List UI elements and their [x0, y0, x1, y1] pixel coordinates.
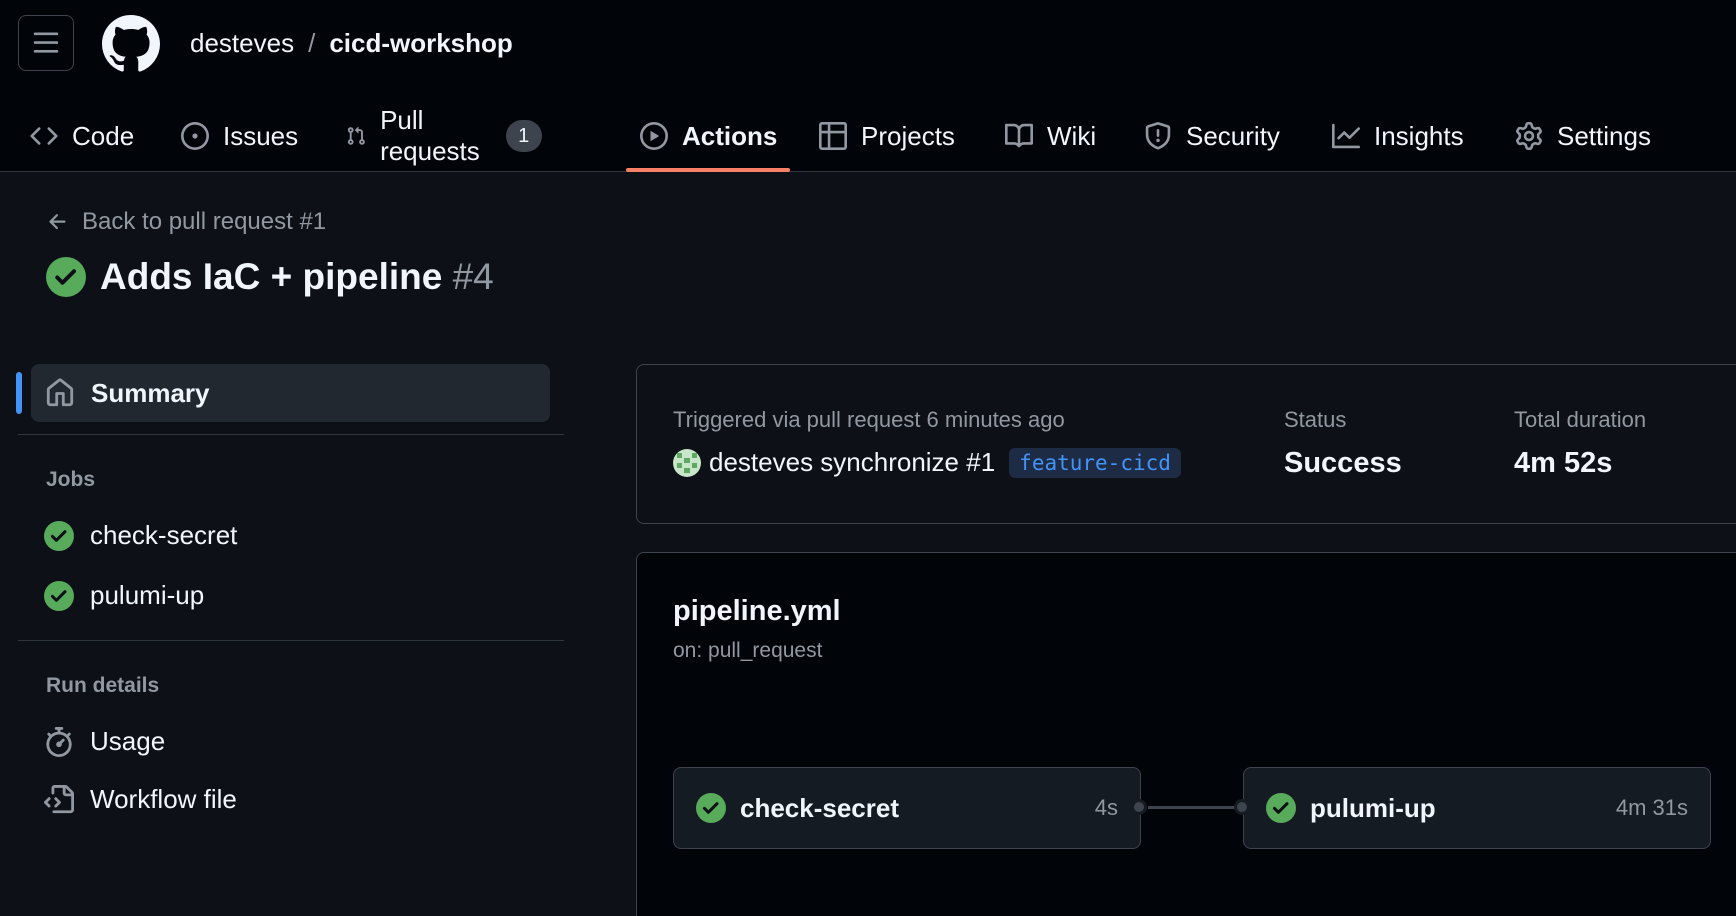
workflow-trigger: on: pull_request — [673, 639, 823, 662]
total-duration-label: Total duration — [1514, 407, 1647, 432]
global-header: desteves / cicd-workshop Code Issues Pul… — [0, 0, 1736, 172]
tab-insights[interactable]: Insights — [1332, 100, 1464, 172]
avatar[interactable] — [673, 448, 701, 477]
run-number: #4 — [452, 256, 494, 297]
sidebar-job-label: check-secret — [90, 520, 238, 550]
run-title: Adds IaC + pipeline #4 — [46, 256, 494, 298]
repo-name-link[interactable]: cicd-workshop — [329, 28, 512, 59]
active-tab-indicator — [626, 168, 790, 172]
breadcrumb-separator: / — [308, 28, 316, 58]
sidebar-workflow-file-label: Workflow file — [90, 784, 237, 814]
book-icon — [1005, 123, 1033, 148]
jobs-heading: Jobs — [46, 468, 96, 491]
trigger-text: Triggered via pull request 6 minutes ago — [673, 407, 1065, 432]
branch-label[interactable]: feature-cicd — [1009, 447, 1181, 478]
sidebar-divider — [18, 640, 564, 641]
run-details-heading: Run details — [46, 674, 160, 697]
tab-wiki-label: Wiki — [1047, 120, 1097, 151]
hamburger-icon — [33, 32, 59, 53]
run-title-text: Adds IaC + pipeline — [100, 256, 443, 297]
gear-icon — [1516, 122, 1542, 150]
git-pull-request-icon — [347, 126, 365, 145]
sidebar-job-label: pulumi-up — [90, 580, 205, 610]
check-circle-fill-icon — [44, 520, 74, 551]
back-to-pull-request-link[interactable]: Back to pull request #1 — [46, 208, 326, 236]
trigger-actor-text[interactable]: desteves synchronize #1 — [709, 447, 995, 478]
repo-breadcrumb: desteves / cicd-workshop — [190, 28, 513, 59]
workflow-name[interactable]: pipeline.yml — [673, 595, 841, 628]
sidebar-item-usage[interactable]: Usage — [44, 726, 165, 757]
issue-opened-icon — [181, 122, 209, 150]
sidebar-job-pulumi-up[interactable]: pulumi-up — [44, 580, 204, 611]
graph-icon — [1332, 123, 1360, 149]
tab-code-label: Code — [72, 120, 135, 151]
graph-job-name: check-secret — [740, 792, 899, 823]
tab-projects-label: Projects — [861, 120, 955, 151]
run-summary-card: Triggered via pull request 6 minutes ago… — [636, 364, 1736, 524]
sidebar-item-summary[interactable]: Summary — [31, 364, 550, 422]
tab-code[interactable]: Code — [30, 100, 134, 172]
graph-job-name: pulumi-up — [1310, 792, 1436, 823]
sidebar-usage-label: Usage — [90, 726, 166, 756]
home-icon — [46, 378, 74, 407]
tab-wiki[interactable]: Wiki — [1005, 100, 1096, 172]
repo-owner-link[interactable]: desteves — [190, 28, 294, 59]
table-icon — [819, 122, 847, 150]
sidebar-job-check-secret[interactable]: check-secret — [44, 520, 237, 551]
status-label: Status — [1284, 407, 1347, 432]
total-duration-value: 4m 52s — [1514, 447, 1613, 479]
tab-settings[interactable]: Settings — [1515, 100, 1651, 172]
github-logo-icon[interactable] — [102, 15, 160, 73]
play-icon — [640, 122, 668, 150]
check-circle-fill-icon — [46, 257, 86, 297]
back-link-label: Back to pull request #1 — [82, 208, 327, 235]
tab-actions[interactable]: Actions — [640, 100, 777, 172]
hamburger-menu-button[interactable] — [18, 15, 74, 71]
check-circle-fill-icon — [44, 580, 74, 611]
tab-projects[interactable]: Projects — [819, 100, 955, 172]
pull-requests-count-badge: 1 — [505, 120, 542, 152]
arrow-left-icon — [49, 214, 66, 230]
graph-job-duration: 4m 31s — [1615, 795, 1688, 820]
sidebar-item-workflow-file[interactable]: Workflow file — [44, 784, 237, 815]
tab-actions-label: Actions — [682, 120, 778, 151]
graph-job-check-secret[interactable]: check-secret 4s — [673, 767, 1141, 849]
check-circle-fill-icon — [1266, 793, 1296, 823]
sidebar-summary-label: Summary — [91, 377, 210, 408]
graph-job-duration: 4s — [1094, 795, 1118, 820]
tab-pull-requests[interactable]: Pull requests 1 — [346, 100, 542, 172]
page-title: Adds IaC + pipeline #4 — [100, 256, 494, 298]
trigger-actor-row: desteves synchronize #1 feature-cicd — [673, 447, 1181, 478]
graph-job-pulumi-up[interactable]: pulumi-up 4m 31s — [1243, 767, 1711, 849]
tab-pull-requests-label: Pull requests — [380, 105, 480, 166]
tab-security[interactable]: Security — [1144, 100, 1280, 172]
tab-settings-label: Settings — [1557, 120, 1651, 151]
code-icon — [30, 127, 58, 145]
job-connector-dot — [1131, 799, 1147, 815]
tab-issues[interactable]: Issues — [181, 100, 298, 172]
tab-issues-label: Issues — [223, 120, 299, 151]
stopwatch-icon — [46, 726, 72, 757]
workflow-graph-card: pipeline.yml on: pull_request check-secr… — [636, 552, 1736, 916]
file-code-icon — [44, 784, 74, 813]
job-connector-line — [1148, 806, 1242, 809]
tab-insights-label: Insights — [1374, 120, 1464, 151]
status-value: Success — [1284, 447, 1402, 479]
tab-security-label: Security — [1186, 120, 1280, 151]
job-connector-dot — [1234, 799, 1250, 815]
shield-icon — [1145, 122, 1171, 150]
sidebar-active-indicator — [16, 372, 22, 414]
check-circle-fill-icon — [696, 793, 726, 823]
sidebar-divider — [18, 434, 564, 435]
